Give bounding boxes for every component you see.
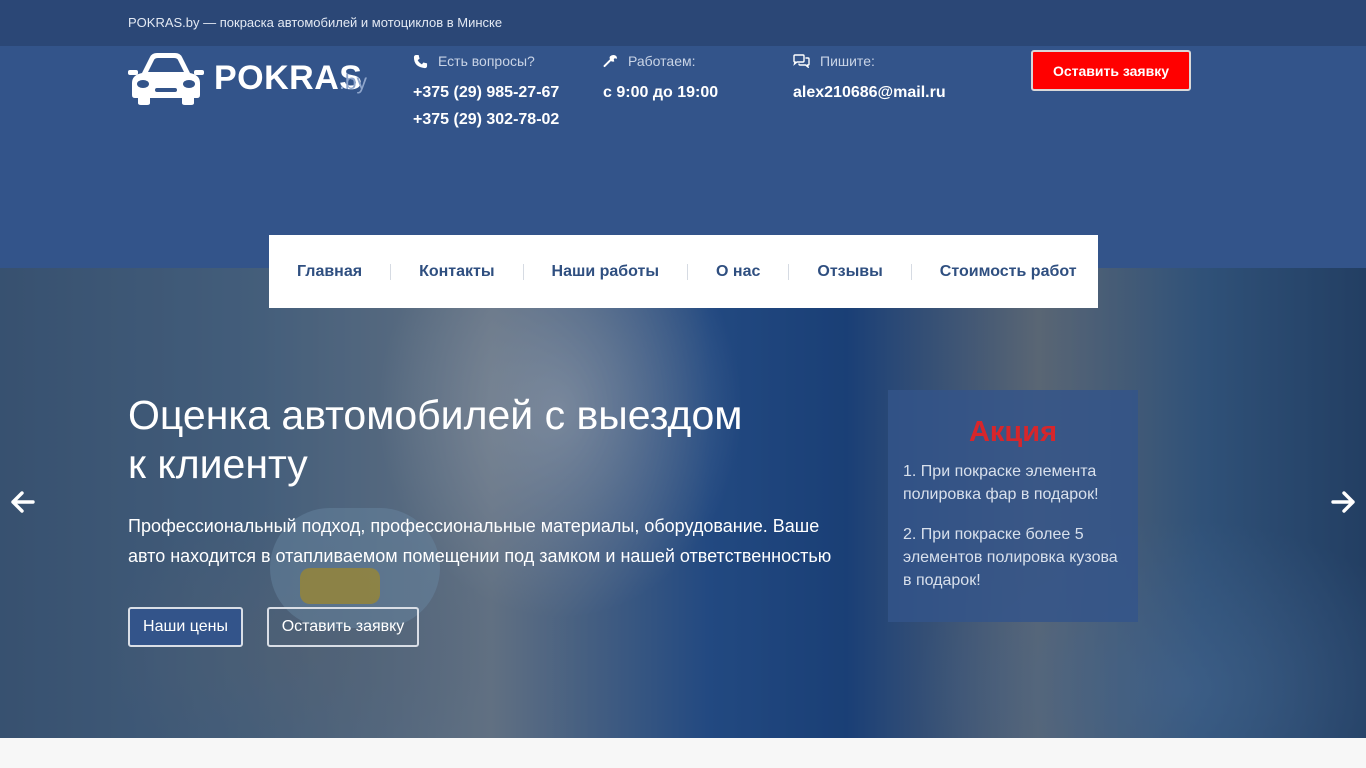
page-section-start [0, 738, 1366, 768]
main-navigation: Главная Контакты Наши работы О нас Отзыв… [269, 235, 1098, 308]
promo-item: 2. При покраске более 5 элементов полиро… [903, 526, 1118, 589]
hero-title: Оценка автомобилей с выездом к клиенту [128, 392, 743, 487]
nav-divider [687, 263, 689, 280]
email-label: Пишите: [820, 53, 875, 69]
top-bar: POKRAS.by — покраска автомобилей и мотоц… [0, 0, 1366, 46]
email-link[interactable]: alex210686@mail.ru [793, 84, 946, 102]
site-tagline: POKRAS.by — покраска автомобилей и мотоц… [128, 15, 503, 30]
slider-prev-button[interactable] [11, 490, 35, 514]
hours-label: Работаем: [628, 53, 696, 69]
nav-item-pricing[interactable]: Стоимость работ [940, 263, 1077, 281]
contact-phones: Есть вопросы? +375 (29) 985-27-67 +375 (… [413, 52, 559, 129]
header-request-button[interactable]: Оставить заявку [1031, 50, 1191, 91]
promo-title: Акция [968, 416, 1058, 448]
wrench-icon [603, 54, 618, 67]
questions-label: Есть вопросы? [438, 53, 535, 69]
arrow-right-icon [1331, 491, 1355, 513]
car-logo-icon [128, 53, 204, 105]
promo-box: Акция 1. При покраске элемента полировка… [888, 390, 1138, 622]
slider-next-button[interactable] [1331, 490, 1355, 514]
hours-value: с 9:00 до 19:00 [603, 84, 719, 101]
arrow-left-icon [11, 491, 35, 513]
nav-item-home[interactable]: Главная [297, 263, 362, 281]
chat-icon [793, 54, 810, 68]
site-logo[interactable]: POKRAS .by [128, 51, 368, 105]
nav-divider [522, 263, 524, 280]
nav-item-works[interactable]: Наши работы [552, 263, 660, 281]
hero-overlay [0, 268, 1366, 738]
phone-icon [413, 54, 428, 68]
contact-email: Пишите: alex210686@mail.ru [793, 52, 946, 102]
logo-domain: .by [339, 71, 368, 94]
phone-link-2[interactable]: +375 (29) 302-78-02 [413, 111, 559, 129]
nav-item-contacts[interactable]: Контакты [419, 263, 494, 281]
prices-button[interactable]: Наши цены [128, 607, 243, 647]
working-hours: Работаем: с 9:00 до 19:00 [603, 52, 718, 102]
nav-item-reviews[interactable]: Отзывы [817, 263, 882, 281]
phone-link-1[interactable]: +375 (29) 985-27-67 [413, 84, 559, 102]
hero-description: Профессиональный подход, профессиональны… [128, 516, 832, 566]
nav-divider [788, 263, 790, 280]
nav-divider [910, 263, 912, 280]
nav-divider [390, 263, 392, 280]
order-button[interactable]: Оставить заявку [267, 607, 419, 647]
nav-item-about[interactable]: О нас [716, 263, 760, 281]
hero-slider: Оценка автомобилей с выездом к клиенту П… [0, 268, 1366, 738]
promo-item: 1. При покраске элемента полировка фар в… [903, 463, 1099, 503]
